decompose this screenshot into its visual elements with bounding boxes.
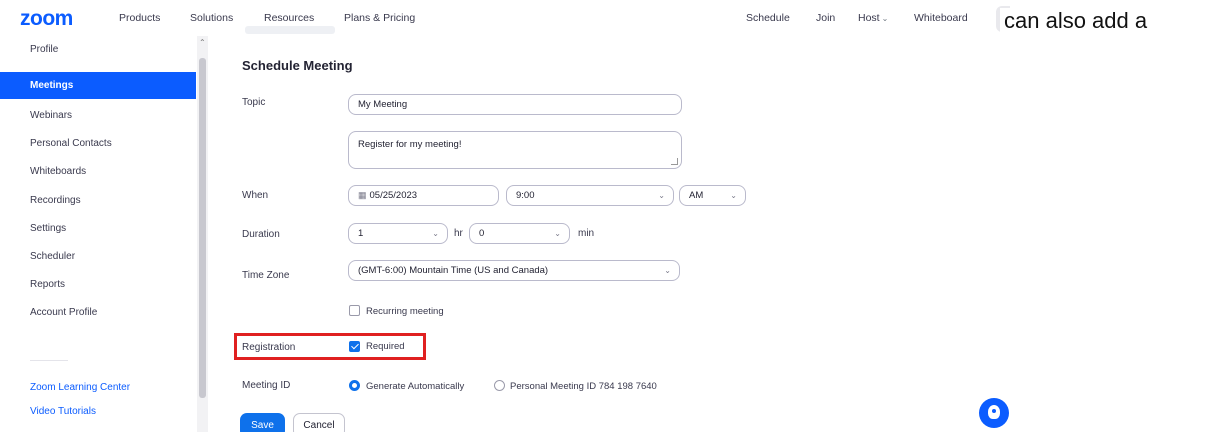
meeting-id-label: Meeting ID: [242, 380, 291, 391]
chevron-down-icon: ⌄: [658, 191, 665, 200]
zoom-logo[interactable]: zoom: [20, 7, 73, 31]
hr-unit: hr: [454, 228, 463, 239]
description-textarea[interactable]: Register for my meeting!: [348, 131, 682, 169]
chevron-down-icon: ⌄: [432, 229, 439, 238]
description-text: Register for my meeting!: [358, 139, 462, 150]
overlay-caption: can also add a: [1000, 8, 1208, 48]
chevron-down-icon: ⌄: [881, 14, 889, 23]
top-nav: zoom Products Solutions Resources Plans …: [0, 0, 1010, 36]
chevron-down-icon: ⌄: [730, 191, 737, 200]
duration-hours-select[interactable]: 1 ⌄: [348, 223, 448, 244]
recurring-meeting-label[interactable]: Recurring meeting: [366, 306, 444, 317]
chevron-down-icon: ⌄: [554, 229, 561, 238]
time-value: 9:00: [516, 190, 535, 201]
sidebar-divider: [30, 360, 68, 361]
min-unit: min: [578, 228, 595, 239]
nav-schedule[interactable]: Schedule: [746, 12, 790, 24]
topic-label: Topic: [242, 97, 266, 108]
registration-required-label[interactable]: Required: [366, 341, 405, 352]
chevron-down-icon: ⌄: [664, 266, 671, 275]
generate-automatically-radio[interactable]: [349, 380, 360, 391]
zoom-learning-center-link[interactable]: Zoom Learning Center: [30, 382, 130, 393]
time-select[interactable]: 9:00 ⌄: [506, 185, 674, 206]
registration-label: Registration: [242, 342, 296, 353]
sidebar-item-scheduler[interactable]: Scheduler: [0, 243, 196, 270]
sidebar-item-account-profile[interactable]: Account Profile: [0, 299, 196, 326]
schedule-meeting-form: Schedule Meeting Topic My Meeting Regist…: [210, 36, 1000, 432]
topic-input[interactable]: My Meeting: [348, 94, 682, 115]
chat-icon-detail: [992, 409, 996, 413]
chat-support-button[interactable]: [979, 398, 1009, 428]
cancel-button[interactable]: Cancel: [293, 413, 345, 432]
sidebar-item-recordings[interactable]: Recordings: [0, 187, 196, 214]
sidebar-item-personal-contacts[interactable]: Personal Contacts: [0, 130, 196, 157]
duration-hours-value: 1: [358, 228, 364, 239]
nav-products[interactable]: Products: [119, 12, 160, 24]
personal-meeting-id-radio[interactable]: [494, 380, 505, 391]
nav-resources[interactable]: Resources: [264, 12, 314, 24]
recurring-meeting-checkbox[interactable]: [349, 305, 360, 316]
generate-automatically-label[interactable]: Generate Automatically: [366, 381, 464, 392]
time-zone-value: (GMT-6:00) Mountain Time (US and Canada): [358, 265, 549, 276]
personal-meeting-id-label[interactable]: Personal Meeting ID 784 198 7640: [510, 381, 657, 392]
sidebar-item-profile[interactable]: Profile: [0, 36, 196, 63]
sidebar-item-meetings[interactable]: Meetings: [0, 72, 196, 99]
duration-minutes-select[interactable]: 0 ⌄: [469, 223, 570, 244]
sidebar-item-whiteboards[interactable]: Whiteboards: [0, 158, 196, 185]
nav-join[interactable]: Join: [816, 12, 835, 24]
nav-host-label: Host: [858, 12, 880, 24]
ampm-value: AM: [689, 190, 704, 201]
page-title: Schedule Meeting: [242, 58, 353, 73]
calendar-icon: ▦: [358, 190, 367, 200]
sidebar-item-webinars[interactable]: Webinars: [0, 102, 196, 129]
save-button[interactable]: Save: [240, 413, 285, 432]
scroll-up-icon[interactable]: ⌃: [199, 38, 206, 47]
sidebar-item-settings[interactable]: Settings: [0, 215, 196, 242]
video-tutorials-link[interactable]: Video Tutorials: [30, 406, 96, 417]
nav-host[interactable]: Host ⌄: [858, 12, 888, 24]
nav-plans-pricing[interactable]: Plans & Pricing: [344, 12, 415, 24]
resize-handle-icon[interactable]: [671, 158, 678, 165]
duration-minutes-value: 0: [479, 228, 485, 239]
time-zone-label: Time Zone: [242, 270, 290, 281]
date-input[interactable]: ▦ 05/25/2023: [348, 185, 499, 206]
nav-whiteboard[interactable]: Whiteboard: [914, 12, 968, 24]
date-value: 05/25/2023: [369, 190, 418, 201]
sidebar-item-reports[interactable]: Reports: [0, 271, 196, 298]
duration-label: Duration: [242, 229, 280, 240]
sidebar: Profile Meetings Webinars Personal Conta…: [0, 36, 210, 432]
when-label: When: [242, 190, 269, 201]
nav-solutions[interactable]: Solutions: [190, 12, 233, 24]
sidebar-scrollbar-thumb[interactable]: [199, 58, 206, 398]
ampm-select[interactable]: AM ⌄: [679, 185, 746, 206]
faded-breadcrumb: [245, 26, 335, 34]
time-zone-select[interactable]: (GMT-6:00) Mountain Time (US and Canada)…: [348, 260, 680, 281]
registration-required-checkbox[interactable]: [349, 341, 360, 352]
